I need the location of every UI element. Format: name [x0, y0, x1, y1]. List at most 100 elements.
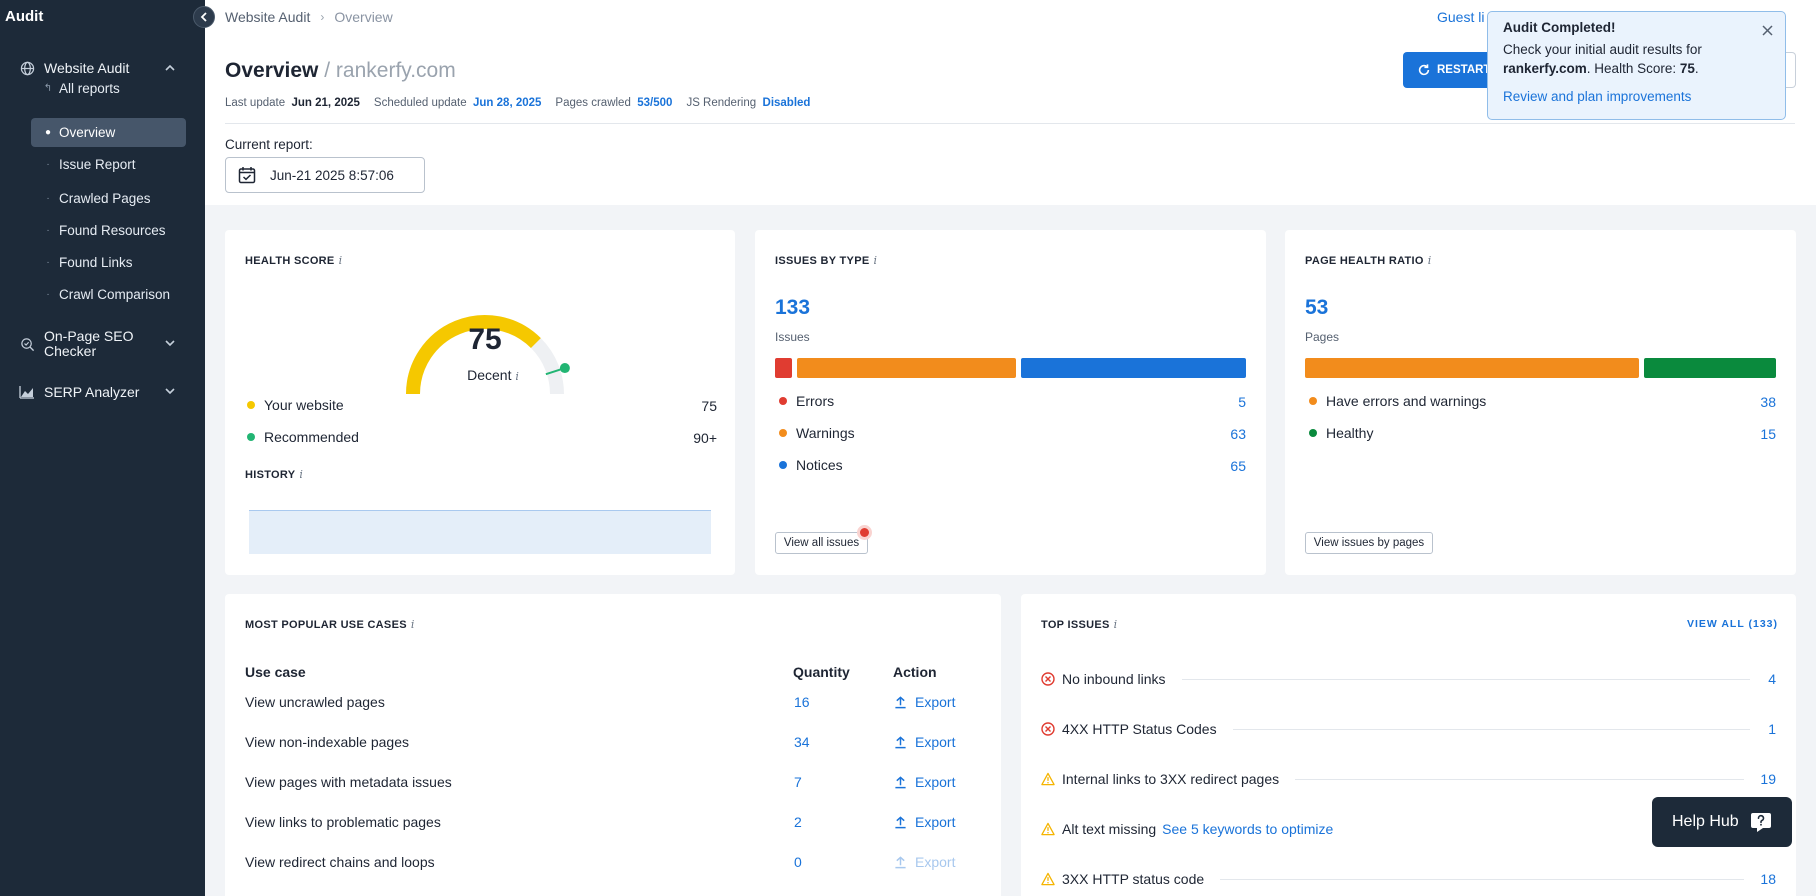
bullet-icon: · — [46, 193, 50, 204]
info-icon[interactable]: i — [1428, 254, 1432, 267]
sidebar-item-label: Found Resources — [59, 223, 166, 238]
view-all-issues-link[interactable]: VIEW ALL (133) — [1687, 618, 1778, 630]
bullet-icon: · — [46, 257, 50, 268]
review-improvements-link[interactable]: Review and plan improvements — [1503, 89, 1770, 104]
close-icon[interactable] — [1762, 20, 1773, 41]
legend-dot — [247, 401, 255, 409]
pages-with-issues-count[interactable]: 38 — [1760, 394, 1776, 410]
sidebar-group-serp-analyzer[interactable]: SERP Analyzer — [0, 382, 205, 402]
history-title: HISTORY i — [245, 468, 304, 481]
use-case-quantity[interactable]: 34 — [794, 734, 810, 750]
legend-dot — [779, 429, 787, 437]
sidebar-group-on-page-seo-checker[interactable]: On-Page SEO Checker — [0, 328, 205, 360]
upload-icon — [895, 815, 906, 828]
sidebar-item-overview[interactable]: ● Overview — [31, 118, 186, 147]
info-icon[interactable]: i — [339, 254, 343, 267]
table-row: View uncrawled pages 16 Export — [245, 694, 965, 734]
use-case-quantity[interactable]: 16 — [794, 694, 810, 710]
info-icon[interactable]: i — [873, 254, 877, 267]
recommended-score: 90+ — [693, 430, 717, 446]
sidebar-item-label: Found Links — [59, 255, 133, 270]
sidebar-item-issue-report[interactable]: · Issue Report — [31, 150, 186, 179]
legend-dot — [779, 397, 787, 405]
view-all-issues-button[interactable]: View all issues — [775, 532, 868, 554]
export-button[interactable]: Export — [894, 734, 955, 750]
info-icon[interactable]: i — [515, 370, 519, 383]
legend-dot — [1309, 429, 1317, 437]
audit-meta-row: Last update Jun 21, 2025 Scheduled updat… — [225, 97, 810, 109]
info-icon[interactable]: i — [299, 468, 303, 481]
card-title: HEALTH SCORE i — [245, 254, 343, 267]
info-icon[interactable]: i — [411, 618, 415, 631]
total-pages-label: Pages — [1305, 330, 1340, 344]
warnings-count[interactable]: 63 — [1230, 426, 1246, 442]
use-case-label: View non-indexable pages — [245, 734, 409, 750]
audit-completed-toast: Audit Completed! Check your initial audi… — [1487, 11, 1786, 120]
top-issue-row[interactable]: 4XX HTTP Status Codes 1 — [1041, 718, 1776, 740]
notices-count[interactable]: 65 — [1230, 458, 1246, 474]
issue-count[interactable]: 4 — [1766, 671, 1776, 687]
total-issues-label: Issues — [775, 330, 810, 344]
total-pages[interactable]: 53 — [1305, 296, 1328, 320]
view-issues-by-pages-button[interactable]: View issues by pages — [1305, 532, 1433, 554]
chevron-down-icon — [165, 339, 175, 350]
export-button[interactable]: Export — [894, 814, 955, 830]
errors-count[interactable]: 5 — [1238, 394, 1246, 410]
sidebar-item-all-reports[interactable]: ↰ All reports — [31, 74, 186, 103]
info-icon[interactable]: i — [1114, 618, 1118, 631]
use-case-quantity[interactable]: 7 — [794, 774, 802, 790]
sidebar-item-crawled-pages[interactable]: · Crawled Pages — [31, 184, 186, 213]
help-hub-button[interactable]: Help Hub — [1652, 797, 1792, 847]
sidebar: Audit Website Audit ↰ All reports ● Over… — [0, 0, 205, 896]
sidebar-item-label: All reports — [59, 81, 120, 96]
sidebar-item-found-links[interactable]: · Found Links — [31, 248, 186, 277]
pages-crawled: Pages crawled 53/500 — [555, 97, 673, 109]
sidebar-item-found-resources[interactable]: · Found Resources — [31, 216, 186, 245]
page-title: Overview / rankerfy.com — [225, 59, 456, 83]
use-case-quantity[interactable]: 2 — [794, 814, 802, 830]
issue-count[interactable]: 19 — [1760, 771, 1776, 787]
chevron-up-icon — [165, 63, 175, 74]
healthy-pages-count[interactable]: 15 — [1760, 426, 1776, 442]
history-chart — [249, 510, 711, 554]
js-rendering-link[interactable]: Disabled — [763, 97, 811, 109]
top-issue-row[interactable]: No inbound links 4 — [1041, 668, 1776, 690]
export-button[interactable]: Export — [894, 774, 955, 790]
use-case-label: View links to problematic pages — [245, 814, 441, 830]
js-rendering: JS Rendering Disabled — [686, 97, 811, 109]
use-case-label: View uncrawled pages — [245, 694, 385, 710]
breadcrumb: Website Audit › Overview — [225, 9, 393, 25]
export-button[interactable]: Export — [894, 694, 955, 710]
sidebar-group-label: On-Page SEO Checker — [44, 328, 134, 359]
chart-mountain-icon — [18, 383, 36, 401]
breadcrumb-item-website-audit[interactable]: Website Audit — [225, 9, 310, 25]
guest-link[interactable]: Guest li — [1437, 9, 1484, 25]
use-case-label: View redirect chains and loops — [245, 854, 435, 870]
legend-your-website: Your website — [247, 397, 344, 413]
total-issues[interactable]: 133 — [775, 296, 810, 320]
notification-dot — [860, 528, 869, 537]
export-button-disabled: Export — [894, 854, 955, 870]
top-issue-row[interactable]: Internal links to 3XX redirect pages 19 — [1041, 768, 1776, 790]
scheduled-update-link[interactable]: Jun 28, 2025 — [473, 97, 541, 109]
scheduled-update: Scheduled update Jun 28, 2025 — [373, 97, 542, 109]
table-row: View pages with metadata issues 7 Export — [245, 774, 965, 814]
breadcrumb-item-overview: Overview — [334, 9, 393, 25]
issue-count[interactable]: 1 — [1766, 721, 1776, 737]
column-header-action: Action — [893, 664, 937, 680]
upload-icon — [895, 855, 906, 868]
chevron-down-icon — [165, 387, 175, 398]
top-issue-row[interactable]: 3XX HTTP status code 18 — [1041, 868, 1776, 890]
issue-count[interactable]: 18 — [1760, 871, 1776, 887]
chevron-left-icon — [200, 12, 207, 22]
issue-label: Alt text missing — [1062, 821, 1157, 837]
divider — [1181, 678, 1750, 680]
legend-healthy: Healthy — [1309, 425, 1373, 441]
bullet-icon: · — [46, 159, 50, 170]
sidebar-item-crawl-comparison[interactable]: · Crawl Comparison — [31, 280, 186, 309]
collapse-sidebar-button[interactable] — [193, 6, 215, 28]
column-header-use-case: Use case — [245, 664, 306, 680]
card-title: ISSUES BY TYPE i — [775, 254, 878, 267]
current-report-select[interactable]: Jun-21 2025 8:57:06 — [225, 157, 425, 193]
keywords-optimize-link[interactable]: See 5 keywords to optimize — [1162, 821, 1333, 837]
